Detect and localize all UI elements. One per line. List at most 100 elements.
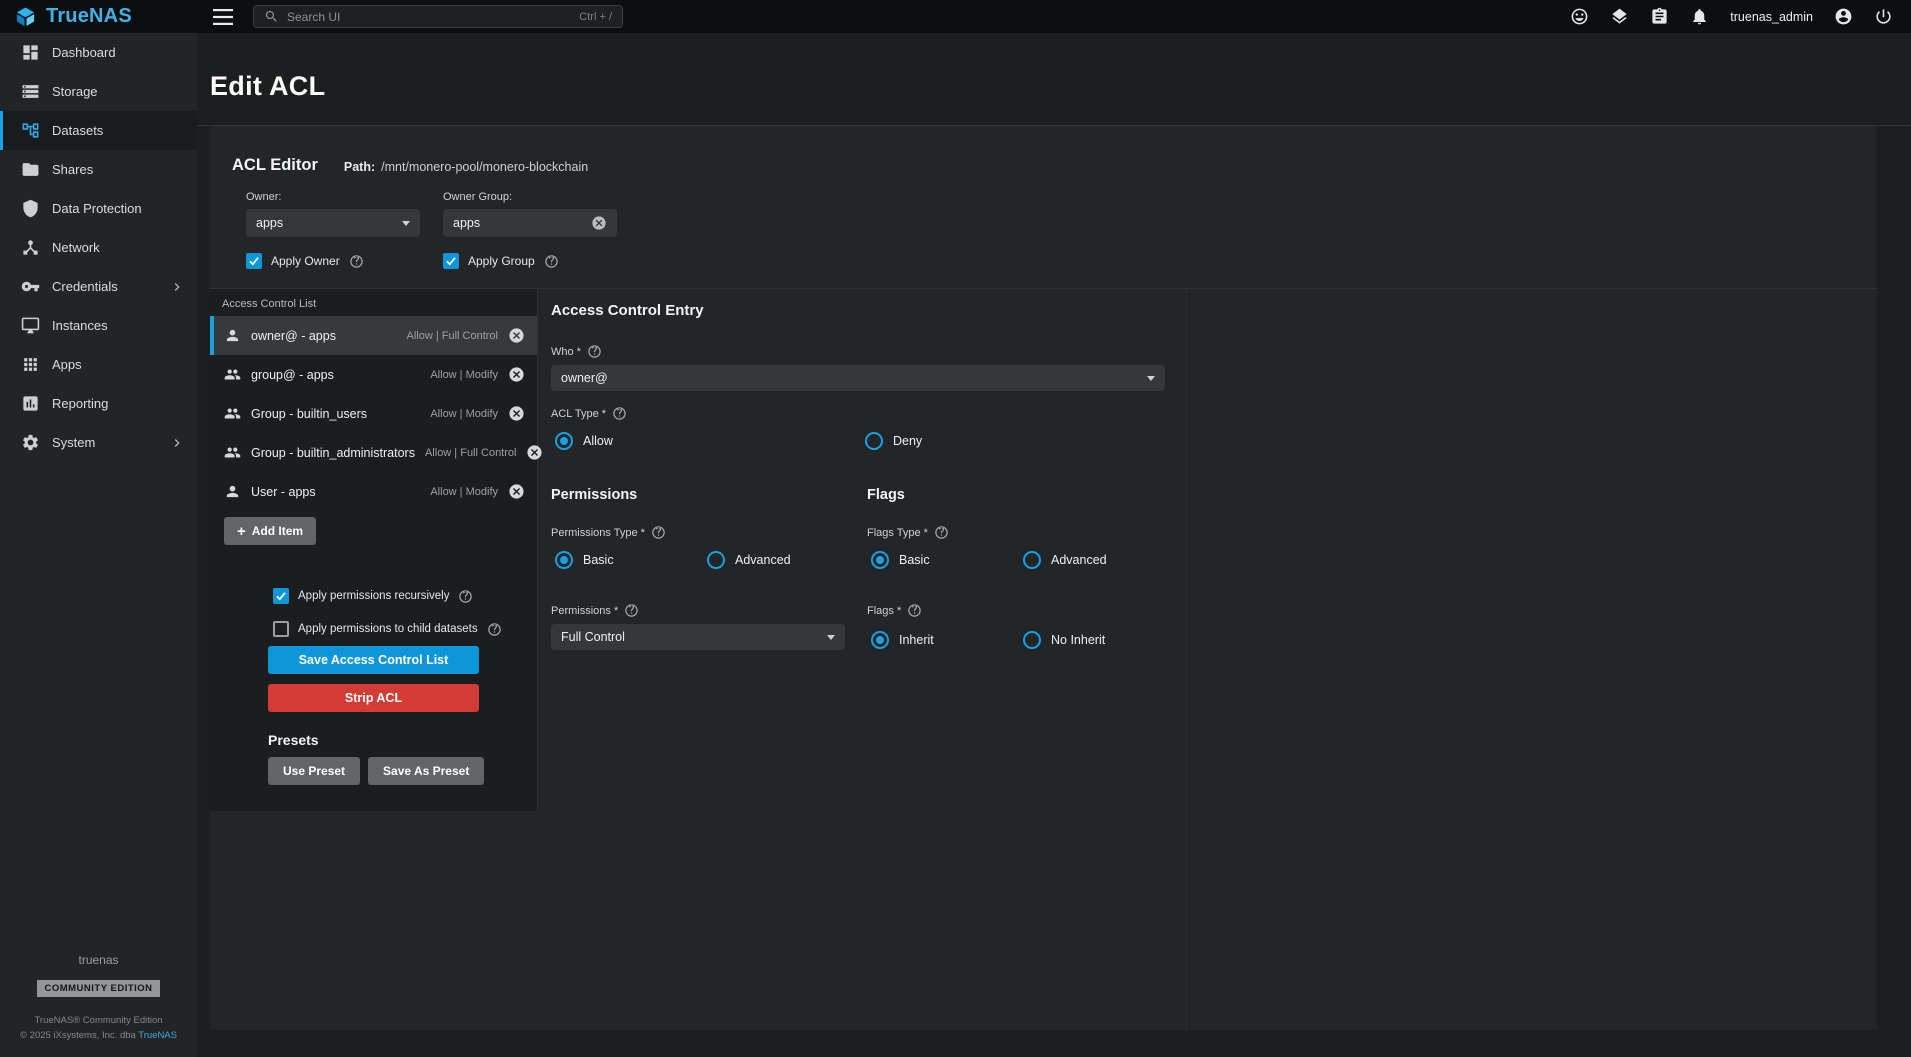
remove-entry-icon[interactable] (508, 327, 525, 344)
sidebar-footer: truenas COMMUNITY EDITION TrueNAS® Commu… (0, 953, 197, 1043)
help-icon[interactable] (651, 525, 666, 540)
add-item-button[interactable]: + Add Item (224, 517, 316, 545)
help-icon[interactable] (458, 589, 473, 604)
footer-copyright-line: © 2025 iXsystems, Inc. dba TrueNAS (0, 1028, 197, 1043)
monitor-icon (21, 316, 40, 335)
sidebar-item-shares[interactable]: Shares (0, 150, 197, 189)
sidebar-item-network[interactable]: Network (0, 228, 197, 267)
radio-label: Basic (583, 553, 614, 567)
permissions-select[interactable]: Full Control (551, 624, 845, 650)
radio-flags-no-inherit[interactable]: No Inherit (1023, 631, 1105, 649)
layers-icon[interactable] (1610, 7, 1629, 26)
sidebar-item-system[interactable]: System (0, 423, 197, 462)
help-icon[interactable] (487, 622, 502, 637)
sidebar-item-reporting[interactable]: Reporting (0, 384, 197, 423)
bar-chart-icon (21, 394, 40, 413)
help-icon[interactable] (544, 254, 559, 269)
sidebar-item-data-protection[interactable]: Data Protection (0, 189, 197, 228)
alerts-bell-icon[interactable] (1690, 7, 1709, 26)
apply-owner-checkbox[interactable] (246, 253, 262, 269)
radio-permissions-advanced[interactable]: Advanced (707, 551, 791, 569)
sidebar-item-dashboard[interactable]: Dashboard (0, 33, 197, 72)
radio-allow[interactable]: Allow (555, 432, 613, 450)
sidebar-item-label: Reporting (52, 396, 108, 411)
acl-editor-card: ACL Editor Path: /mnt/monero-pool/monero… (210, 126, 1877, 1030)
acl-entry-permission: Allow | Full Control (407, 330, 499, 342)
permissions-heading: Permissions (551, 487, 863, 503)
acl-entry-row[interactable]: owner@ - apps Allow | Full Control (210, 316, 537, 355)
radio-label: Allow (583, 434, 613, 448)
acl-entry-row[interactable]: Group - builtin_administrators Allow | F… (210, 433, 537, 472)
acl-entry-row[interactable]: User - apps Allow | Modify (210, 472, 537, 511)
strip-acl-button[interactable]: Strip ACL (268, 684, 479, 712)
apply-recursively-checkbox[interactable] (273, 588, 289, 604)
help-icon[interactable] (612, 406, 627, 421)
sidebar-item-datasets[interactable]: Datasets (0, 111, 197, 150)
remove-entry-icon[interactable] (508, 483, 525, 500)
topbar-actions: truenas_admin (1570, 7, 1911, 26)
datasets-tree-icon (21, 121, 40, 140)
group-icon (224, 366, 241, 383)
help-icon[interactable] (907, 603, 922, 618)
add-item-label: Add Item (252, 524, 303, 538)
radio-flags-basic[interactable]: Basic (871, 551, 930, 569)
path-label: Path: (344, 160, 375, 174)
radio-flags-advanced[interactable]: Advanced (1023, 551, 1107, 569)
acl-list-header: Access Control List (210, 289, 537, 316)
acl-entry-row[interactable]: group@ - apps Allow | Modify (210, 355, 537, 394)
permissions-section: Permissions Permissions Type * Basic (551, 487, 863, 650)
who-select[interactable]: owner@ (551, 365, 1165, 391)
search-placeholder: Search UI (287, 10, 340, 24)
sidebar-item-apps[interactable]: Apps (0, 345, 197, 384)
radio-icon (555, 432, 573, 450)
who-field: Who * owner@ (551, 344, 1165, 391)
radio-flags-inherit[interactable]: Inherit (871, 631, 934, 649)
folder-icon (21, 160, 40, 179)
owner-select[interactable]: apps (246, 209, 420, 237)
acl-lower-section: Access Control List owner@ - apps Allow … (210, 288, 1877, 1030)
search-input[interactable]: Search UI Ctrl + / (253, 5, 623, 28)
page-title: Edit ACL (210, 71, 325, 102)
edition-badge[interactable]: COMMUNITY EDITION (37, 980, 159, 997)
apply-child-checkbox[interactable] (273, 621, 289, 637)
clear-input-icon[interactable] (591, 215, 607, 231)
remove-entry-icon[interactable] (508, 405, 525, 422)
sidebar-item-credentials[interactable]: Credentials (0, 267, 197, 306)
user-avatar-icon[interactable] (1834, 7, 1853, 26)
owner-group-input[interactable]: apps (443, 209, 617, 237)
hamburger-menu-icon[interactable] (213, 9, 233, 25)
flags-heading: Flags (867, 487, 1179, 503)
sidebar-item-label: Data Protection (52, 201, 142, 216)
help-icon[interactable] (587, 344, 602, 359)
radio-label: Basic (899, 553, 930, 567)
acl-entry-permission: Allow | Modify (430, 408, 498, 420)
sidebar-item-instances[interactable]: Instances (0, 306, 197, 345)
feedback-smiley-icon[interactable] (1570, 7, 1589, 26)
apply-group-checkbox[interactable] (443, 253, 459, 269)
radio-permissions-basic[interactable]: Basic (555, 551, 614, 569)
group-icon (224, 405, 241, 422)
help-icon[interactable] (624, 603, 639, 618)
power-icon[interactable] (1874, 7, 1893, 26)
storage-icon (21, 82, 40, 101)
radio-deny[interactable]: Deny (865, 432, 922, 450)
radio-icon (555, 551, 573, 569)
main-content: Edit ACL ACL Editor Path: /mnt/monero-po… (197, 33, 1911, 1057)
use-preset-button[interactable]: Use Preset (268, 757, 360, 785)
radio-label: Advanced (1051, 553, 1107, 567)
who-value: owner@ (561, 371, 608, 385)
sidebar-item-label: Credentials (52, 279, 118, 294)
acl-entry-row[interactable]: Group - builtin_users Allow | Modify (210, 394, 537, 433)
truenas-link[interactable]: TrueNAS (138, 1030, 177, 1041)
sidebar-item-storage[interactable]: Storage (0, 72, 197, 111)
apply-child-row: Apply permissions to child datasets (273, 620, 537, 638)
brand[interactable]: TrueNAS (0, 5, 197, 28)
help-icon[interactable] (349, 254, 364, 269)
jobs-clipboard-icon[interactable] (1650, 7, 1669, 26)
acl-type-field: ACL Type * Allow Deny (551, 406, 1075, 452)
dataset-path: Path: /mnt/monero-pool/monero-blockchain (344, 160, 588, 175)
save-as-preset-button[interactable]: Save As Preset (368, 757, 484, 785)
help-icon[interactable] (934, 525, 949, 540)
remove-entry-icon[interactable] (508, 366, 525, 383)
save-acl-button[interactable]: Save Access Control List (268, 646, 479, 674)
